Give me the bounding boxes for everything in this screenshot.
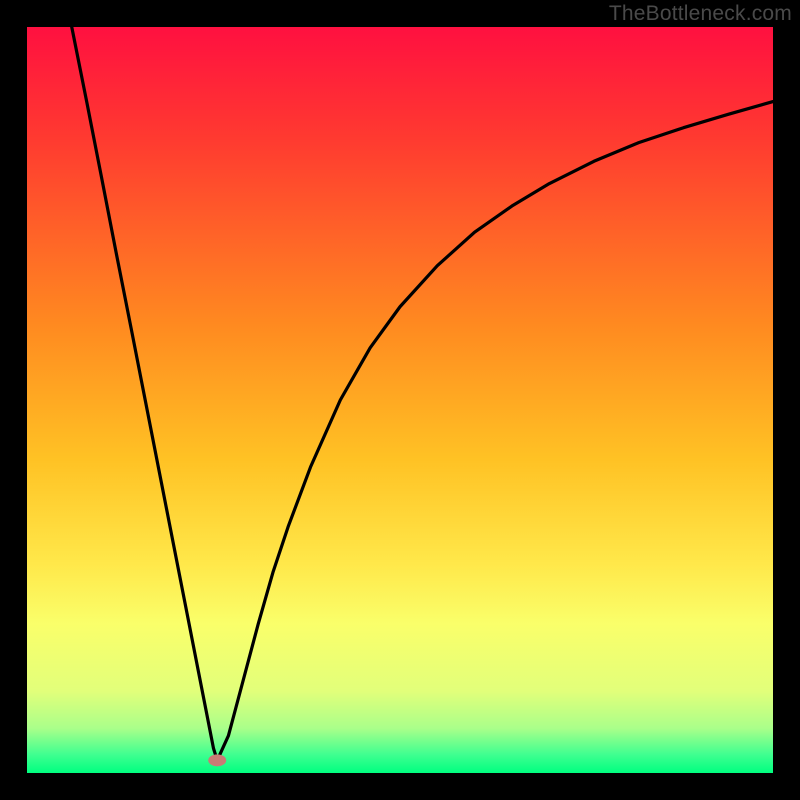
gradient-background bbox=[27, 27, 773, 773]
plot-area bbox=[27, 27, 773, 773]
chart-frame: TheBottleneck.com bbox=[0, 0, 800, 800]
attribution-label: TheBottleneck.com bbox=[609, 2, 792, 26]
focus-marker bbox=[208, 754, 226, 766]
